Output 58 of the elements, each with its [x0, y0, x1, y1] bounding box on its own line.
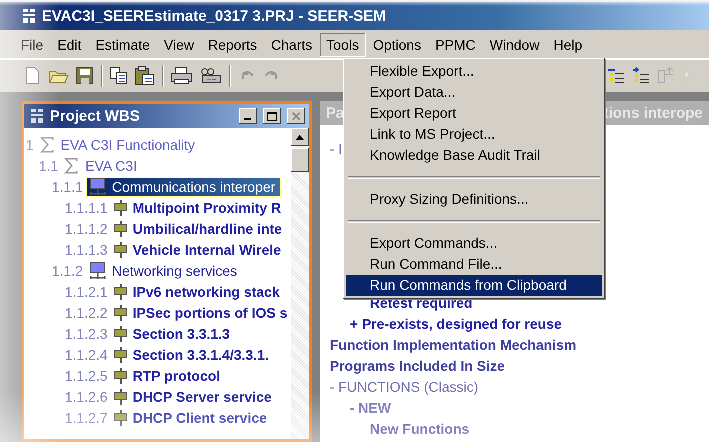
- tree-item[interactable]: Section 3.3.1.4/3.3.1.: [112, 346, 274, 362]
- tree-item[interactable]: DHCP Client service: [112, 410, 272, 426]
- menu-item[interactable]: Run Commands from Clipboard: [346, 275, 602, 296]
- parameter-item[interactable]: - FUNCTIONS (Classic): [330, 377, 479, 398]
- menu-item[interactable]: Export Commands...: [346, 233, 602, 254]
- wbs-number: 1.1.1.2: [65, 220, 108, 236]
- tree-item[interactable]: Umbilical/hardline inte: [112, 220, 286, 236]
- menu-item[interactable]: Charts: [264, 33, 320, 57]
- wbs-number: 1.1.2.5: [65, 368, 108, 384]
- wbs-number: 1.1.2.4: [65, 346, 108, 362]
- menu-item[interactable]: File: [14, 33, 51, 57]
- wbs-number: 1.1.2.7: [65, 410, 108, 426]
- tree-item[interactable]: Networking services: [87, 262, 242, 280]
- wbs-number: 1.1.1.3: [65, 242, 108, 258]
- menu-item[interactable]: Edit: [50, 33, 89, 57]
- panel-title: Pa: [326, 104, 344, 122]
- menu-item[interactable]: Help: [546, 33, 590, 57]
- wbs-number: 1.1.1: [52, 178, 84, 194]
- menu-item[interactable]: Estimate: [88, 33, 158, 57]
- tree-item[interactable]: Vehicle Internal Wirele: [112, 242, 286, 258]
- menu-item[interactable]: Window: [482, 33, 547, 57]
- tree-item[interactable]: EVA C3I Functionality: [38, 136, 200, 152]
- menu-item[interactable]: Flexible Export...: [346, 61, 602, 82]
- parameter-item[interactable]: Function Implementation Mechanism: [330, 335, 577, 356]
- window-title: EVAC3I_SEEREstimate_0317 3.PRJ - SEER-SEM: [42, 8, 386, 24]
- menu-item[interactable]: Link to MS Project...: [346, 124, 602, 145]
- tree-item[interactable]: IPSec portions of IOS s: [112, 304, 291, 320]
- wbs-number: 1.1.2.1: [65, 284, 108, 300]
- wbs-number: 1.1.2.6: [65, 388, 108, 404]
- wbs-number: 1: [26, 136, 34, 152]
- menu-item[interactable]: Knowledge Base Audit Trail: [346, 145, 602, 166]
- parameter-item[interactable]: Programs Included In Size: [330, 356, 506, 377]
- menu-item[interactable]: Tools: [320, 33, 366, 57]
- wbs-number: 1.1: [39, 158, 58, 174]
- menu-item[interactable]: Reports: [201, 33, 264, 57]
- parameter-item[interactable]: New Functions: [330, 419, 470, 440]
- tree-item[interactable]: EVA C3I: [62, 158, 142, 174]
- tree-item[interactable]: DHCP Server service: [112, 388, 276, 404]
- tree-item[interactable]: Section 3.3.1.3: [112, 326, 234, 342]
- tree-item[interactable]: RTP protocol: [112, 368, 224, 384]
- panel-title: Project WBS: [50, 108, 142, 124]
- menu-item[interactable]: Proxy Sizing Definitions...: [346, 189, 602, 210]
- wbs-number: 1.1.2.3: [65, 326, 108, 342]
- wbs-number: 1.1.2.2: [65, 304, 108, 320]
- menu-item[interactable]: Export Report: [346, 103, 602, 124]
- wbs-number: 1.1.2: [52, 262, 84, 278]
- tree-item[interactable]: IPv6 networking stack: [112, 284, 284, 300]
- parameter-item[interactable]: + Pre-exists, designed for reuse: [330, 314, 562, 335]
- tree-item[interactable]: Communications interoper: [87, 178, 280, 196]
- parameter-item[interactable]: - NEW: [330, 398, 392, 419]
- tree-item[interactable]: Multipoint Proximity R: [112, 200, 286, 216]
- menu-item[interactable]: PPMC: [428, 33, 483, 57]
- wbs-number: 1.1.1.1: [65, 200, 108, 216]
- parameter-item[interactable]: - I: [330, 139, 342, 160]
- menu-item[interactable]: Export Data...: [346, 82, 602, 103]
- menu-item[interactable]: View: [157, 33, 202, 57]
- menu-item[interactable]: Run Command File...: [346, 254, 602, 275]
- menu-item[interactable]: Options: [366, 33, 428, 57]
